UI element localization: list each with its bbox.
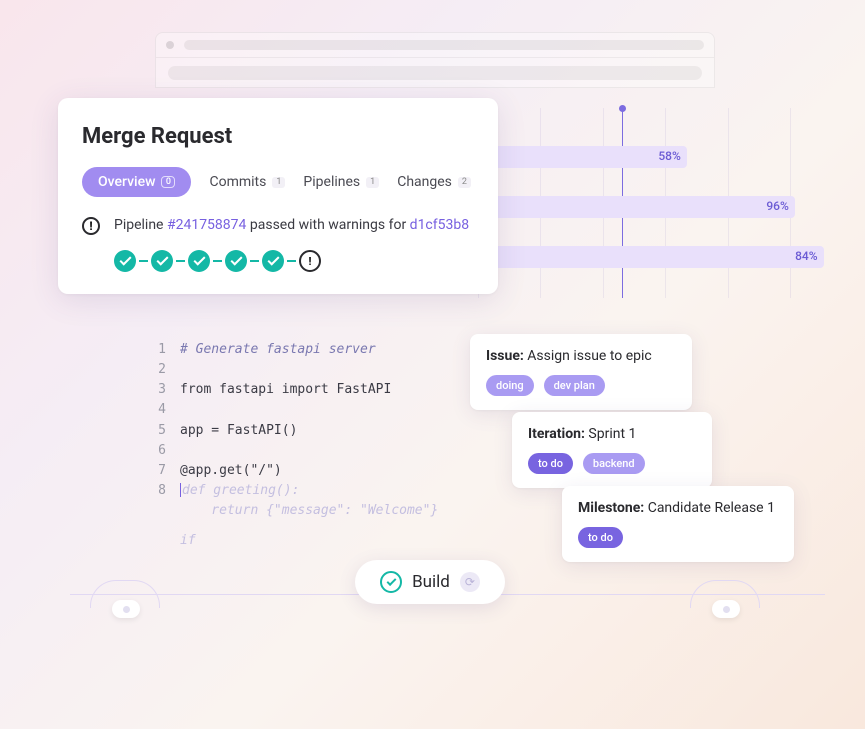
merge-request-card: Merge Request Overview 0 Commits 1 Pipel… <box>58 98 498 294</box>
tab-changes[interactable]: Changes 2 <box>397 168 471 196</box>
chart-bar: 96% <box>478 196 795 218</box>
tab-commits[interactable]: Commits 1 <box>209 168 285 196</box>
dot-icon <box>723 606 730 613</box>
refresh-icon[interactable]: ⟳ <box>460 572 480 592</box>
code-ghost-line: if <box>180 531 196 551</box>
progress-chart: 58% 96% 84% <box>470 108 830 298</box>
chart-bar-value: 58% <box>658 149 680 163</box>
code-line: from fastapi import FastAPI <box>180 380 391 400</box>
milestone-title: Milestone: Candidate Release 1 <box>578 500 778 516</box>
chart-bar: 58% <box>478 146 687 168</box>
browser-window-mock <box>155 32 715 88</box>
browser-tabs-bar <box>156 33 714 57</box>
milestone-card[interactable]: Milestone: Candidate Release 1 to do <box>562 486 794 562</box>
check-circle-icon <box>380 571 402 593</box>
code-line: @app.get("/") <box>180 461 282 481</box>
dot-icon <box>123 606 130 613</box>
browser-tab-placeholder <box>184 40 704 50</box>
window-dot-icon <box>166 41 174 49</box>
pipeline-stages: ! <box>114 250 474 272</box>
label-pill[interactable]: to do <box>528 453 573 474</box>
code-line: app = FastAPI() <box>180 421 297 441</box>
commit-sha-link[interactable]: d1cf53b8 <box>410 217 469 233</box>
tab-label: Changes <box>397 174 452 190</box>
stage-success-icon[interactable] <box>114 250 136 272</box>
tab-overview[interactable]: Overview 0 <box>82 167 191 197</box>
tab-pipelines[interactable]: Pipelines 1 <box>303 168 379 196</box>
browser-url-row <box>156 57 714 87</box>
mr-tabs: Overview 0 Commits 1 Pipelines 1 Changes… <box>82 167 474 197</box>
cursor-icon <box>180 483 181 497</box>
browser-url-placeholder <box>168 66 702 80</box>
label-pill[interactable]: doing <box>486 375 534 396</box>
stage-warning-icon[interactable]: ! <box>299 250 321 272</box>
build-label: Build <box>412 572 450 592</box>
tab-label: Overview <box>98 174 155 190</box>
pipeline-status-row: ! Pipeline #241758874 passed with warnin… <box>82 215 474 236</box>
stage-success-icon[interactable] <box>262 250 284 272</box>
issue-title: Issue: Assign issue to epic <box>486 348 676 364</box>
stage-success-icon[interactable] <box>188 250 210 272</box>
chart-bar-value: 96% <box>766 199 788 213</box>
chart-bar: 84% <box>478 246 824 268</box>
iteration-card[interactable]: Iteration: Sprint 1 to do backend <box>512 412 712 488</box>
build-node[interactable]: Build ⟳ <box>355 560 505 604</box>
tab-count: 1 <box>272 177 285 188</box>
warning-icon: ! <box>82 217 100 235</box>
flow-node-small[interactable] <box>712 600 740 618</box>
stage-success-icon[interactable] <box>225 250 247 272</box>
code-ghost-line: return {"message": "Welcome"} <box>180 501 438 521</box>
chart-marker-dot-icon <box>619 105 626 112</box>
label-pill[interactable]: dev plan <box>544 375 605 396</box>
label-pill[interactable]: backend <box>583 453 645 474</box>
pipeline-status-text: Pipeline #241758874 passed with warnings… <box>114 215 469 236</box>
tab-count: 2 <box>458 177 471 188</box>
tab-label: Pipelines <box>303 174 360 190</box>
chart-bar-value: 84% <box>795 249 817 263</box>
flow-node-small[interactable] <box>112 600 140 618</box>
code-line: # Generate fastapi server <box>180 340 376 360</box>
label-pill[interactable]: to do <box>578 527 623 548</box>
issue-card[interactable]: Issue: Assign issue to epic doing dev pl… <box>470 334 692 410</box>
pipeline-id-link[interactable]: #241758874 <box>167 217 246 233</box>
stage-success-icon[interactable] <box>151 250 173 272</box>
iteration-title: Iteration: Sprint 1 <box>528 426 696 442</box>
tab-count: 0 <box>161 176 175 188</box>
code-line: def greeting(): <box>180 481 299 501</box>
code-snippet: 1# Generate fastapi server 2 3from fasta… <box>152 340 472 551</box>
tab-label: Commits <box>209 174 266 190</box>
tab-count: 1 <box>366 177 379 188</box>
page-title: Merge Request <box>82 124 474 149</box>
